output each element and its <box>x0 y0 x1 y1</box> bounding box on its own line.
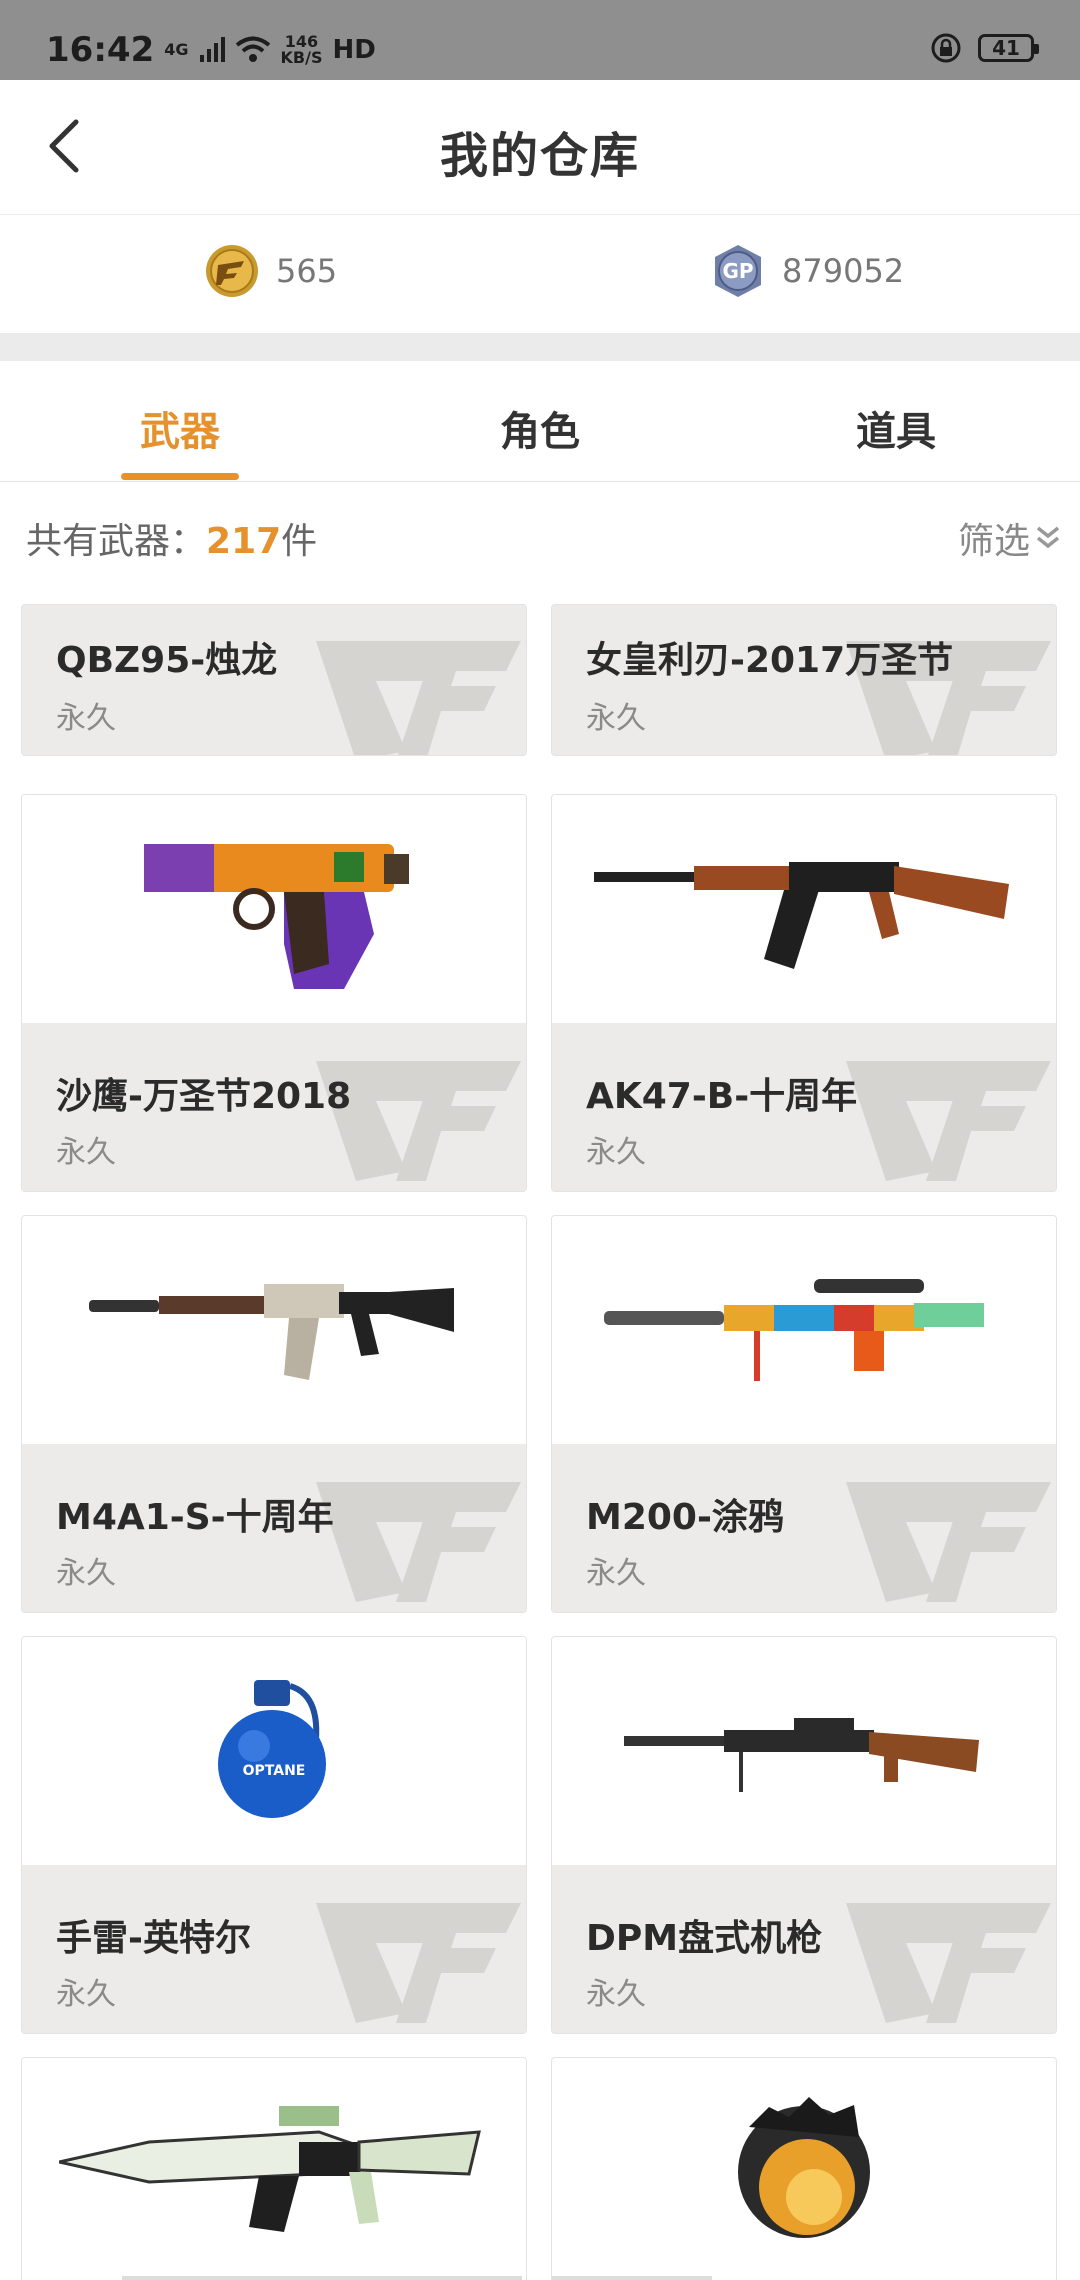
gp-amount: 879052 <box>782 252 905 290</box>
item-card[interactable]: 沙鹰-万圣节2018 永久 <box>21 794 527 1192</box>
status-right: 41 <box>930 32 1039 64</box>
item-name: M200-涂鸦 <box>586 1497 784 1538</box>
chevron-double-down-icon <box>1036 526 1060 549</box>
net-speed: 146 KB/S <box>280 32 323 67</box>
category-tabs: 武器 角色 道具 <box>0 361 1080 482</box>
item-image <box>22 1216 526 1444</box>
item-duration: 永久 <box>56 701 116 736</box>
item-duration: 永久 <box>586 701 646 736</box>
card-info: 手雷-英特尔 永久 <box>22 1865 526 2033</box>
cf-watermark-icon <box>846 1061 1051 1181</box>
cf-points: 565 <box>204 243 337 299</box>
hd-indicator: HD <box>332 35 376 65</box>
machinegun-icon <box>624 1718 979 1792</box>
item-card[interactable]: QBZ95-烛龙 永久 <box>21 604 527 756</box>
ornament-icon <box>738 2097 870 2238</box>
item-name: 手雷-英特尔 <box>56 1918 251 1959</box>
item-name: M4A1-S-十周年 <box>56 1497 334 1538</box>
gp-coin-label: GP <box>722 259 754 283</box>
tab-characters[interactable]: 角色 <box>440 399 640 457</box>
cf-watermark-icon <box>316 1903 521 2023</box>
item-grid: QBZ95-烛龙 永久 女皇利刃-2017万圣节 永久 沙鹰-万圣节2018 永… <box>0 588 1080 2280</box>
sniper-icon <box>604 1279 984 1381</box>
gp-points: GP 879052 <box>710 243 904 299</box>
grenade-icon <box>218 1680 326 1818</box>
page-title: 我的仓库 <box>439 128 640 184</box>
item-name: AK47-B-十周年 <box>586 1076 858 1117</box>
status-left: 16:42 4G 146 KB/S HD <box>46 30 376 70</box>
item-card[interactable]: OPTANE 手雷-英特尔 永久 <box>21 1636 527 2034</box>
card-info: M200-涂鸦 永久 <box>552 1444 1056 1612</box>
section-divider <box>0 333 1080 361</box>
card-info: QBZ95-烛龙 永久 <box>22 605 526 755</box>
active-tab-indicator <box>121 473 239 480</box>
item-image <box>552 1216 1056 1444</box>
item-image <box>552 1637 1056 1865</box>
item-duration: 永久 <box>56 1135 116 1170</box>
rifle-icon <box>59 2106 481 2232</box>
card-info: AK47-B-十周年 永久 <box>552 1023 1056 1191</box>
item-name: DPM盘式机枪 <box>586 1918 823 1959</box>
item-card[interactable]: AK47-B-十周年 永久 <box>551 794 1057 1192</box>
item-name: QBZ95-烛龙 <box>56 640 278 681</box>
rifle-icon <box>89 1284 454 1380</box>
cf-watermark-icon <box>846 1482 1051 1602</box>
item-duration: 永久 <box>586 1556 646 1591</box>
cf-coin-icon <box>206 245 258 297</box>
signal-icon <box>199 37 225 62</box>
item-image: OPTANE <box>22 1637 526 1865</box>
tab-items[interactable]: 道具 <box>796 399 996 457</box>
status-time: 16:42 <box>46 30 155 70</box>
weapon-count: 共有武器：217件 <box>26 521 318 562</box>
item-image <box>552 2058 1056 2280</box>
item-image <box>22 795 526 1023</box>
item-name: 女皇利刃-2017万圣节 <box>586 640 954 681</box>
item-card[interactable] <box>551 2057 1057 2280</box>
battery-icon: 41 <box>978 34 1039 62</box>
cf-watermark-icon <box>316 641 521 755</box>
card-info: 沙鹰-万圣节2018 永久 <box>22 1023 526 1191</box>
grenade-brand-text: OPTANE <box>242 1763 306 1779</box>
item-duration: 永久 <box>56 1556 116 1591</box>
summary-bar: 共有武器：217件 筛选 <box>0 482 1080 588</box>
card-info: 女皇利刃-2017万圣节 永久 <box>552 605 1056 755</box>
item-card[interactable]: M4A1-S-十周年 永久 <box>21 1215 527 1613</box>
card-info: M4A1-S-十周年 永久 <box>22 1444 526 1612</box>
item-duration: 永久 <box>586 1977 646 2012</box>
cf-watermark-icon <box>846 1903 1051 2023</box>
item-duration: 永久 <box>586 1135 646 1170</box>
item-card[interactable]: DPM盘式机枪 永久 <box>551 1636 1057 2034</box>
cf-amount: 565 <box>276 252 338 290</box>
item-card[interactable] <box>21 2057 527 2280</box>
wifi-icon <box>235 36 270 62</box>
item-card[interactable]: M200-涂鸦 永久 <box>551 1215 1057 1613</box>
filter-button[interactable]: 筛选 <box>958 512 1062 564</box>
item-name: 沙鹰-万圣节2018 <box>56 1076 352 1117</box>
app-header: 我的仓库 <box>0 80 1080 215</box>
pistol-icon <box>144 844 409 989</box>
card-info: DPM盘式机枪 永久 <box>552 1865 1056 2033</box>
item-duration: 永久 <box>56 1977 116 2012</box>
network-type: 4G <box>164 40 189 59</box>
status-bar: 16:42 4G 146 KB/S HD 41 <box>0 0 1080 80</box>
item-image <box>22 2058 526 2280</box>
item-card[interactable]: 女皇利刃-2017万圣节 永久 <box>551 604 1057 756</box>
lock-rotation-icon <box>931 33 961 63</box>
tab-weapons[interactable]: 武器 <box>80 399 280 457</box>
card-divider <box>122 2276 522 2280</box>
card-divider <box>552 2276 712 2280</box>
rifle-icon <box>594 862 1009 969</box>
item-image <box>552 795 1056 1023</box>
currency-bar: 565 GP 879052 <box>0 215 1080 333</box>
